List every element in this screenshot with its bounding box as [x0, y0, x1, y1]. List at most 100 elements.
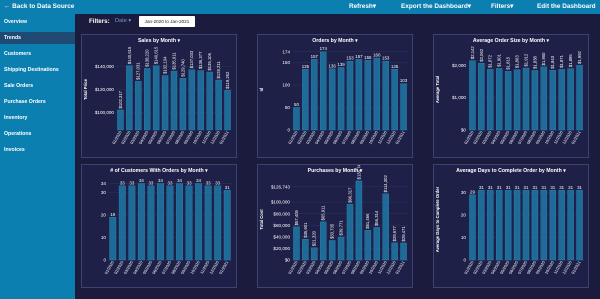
- refresh-menu-button[interactable]: Refresh▾: [349, 0, 376, 14]
- sidebar-item-shipping-destinations[interactable]: Shipping Destinations: [0, 64, 75, 76]
- date-filter-select[interactable]: Date ▾: [115, 18, 131, 24]
- bar[interactable]: [495, 190, 503, 261]
- bar[interactable]: [188, 69, 196, 131]
- bar[interactable]: [214, 185, 222, 261]
- bar[interactable]: [558, 190, 565, 261]
- bar[interactable]: [109, 217, 117, 261]
- bar[interactable]: [346, 204, 354, 261]
- bar[interactable]: [337, 67, 345, 131]
- bar[interactable]: [522, 67, 530, 131]
- bar[interactable]: [364, 230, 372, 261]
- back-to-data-source-link[interactable]: ← Back to Data Source: [4, 0, 74, 14]
- bar[interactable]: [118, 185, 126, 261]
- bar[interactable]: [540, 66, 548, 131]
- bar[interactable]: [346, 60, 354, 131]
- bar[interactable]: [170, 70, 178, 131]
- bar[interactable]: [558, 69, 565, 131]
- bar[interactable]: [337, 236, 345, 261]
- bar[interactable]: [513, 69, 521, 131]
- chart-title[interactable]: Sales by Month ▾: [82, 38, 236, 44]
- bar[interactable]: [382, 193, 389, 261]
- bar[interactable]: [382, 60, 389, 131]
- bar[interactable]: [531, 190, 539, 261]
- bar[interactable]: [293, 226, 300, 261]
- bar[interactable]: [400, 83, 407, 131]
- bar[interactable]: [161, 75, 169, 131]
- bar[interactable]: [576, 190, 583, 261]
- sidebar-item-overview[interactable]: Overview: [0, 16, 75, 28]
- bar[interactable]: [540, 190, 548, 261]
- bar[interactable]: [504, 70, 512, 131]
- sidebar-item-purchase-orders[interactable]: Purchase Orders: [0, 96, 75, 108]
- bar[interactable]: [147, 185, 155, 261]
- sidebar-item-sale-orders[interactable]: Sale Orders: [0, 80, 75, 92]
- sidebar-item-invoices[interactable]: Invoices: [0, 144, 75, 156]
- chart-title[interactable]: Average Order Size by Month ▾: [434, 38, 588, 44]
- bar[interactable]: [126, 65, 133, 131]
- bar[interactable]: [311, 59, 318, 131]
- bar[interactable]: [373, 227, 381, 261]
- sidebar-item-trends[interactable]: Trends: [0, 32, 75, 44]
- bar[interactable]: [576, 65, 583, 131]
- bar[interactable]: [391, 69, 398, 131]
- bar[interactable]: [531, 70, 539, 131]
- bar[interactable]: [206, 71, 213, 131]
- bar[interactable]: [179, 78, 187, 131]
- bar[interactable]: [195, 183, 203, 261]
- bar[interactable]: [319, 51, 327, 131]
- bar[interactable]: [391, 242, 398, 261]
- export-dashboard-menu-button[interactable]: Export the Dashboard▾: [401, 0, 471, 14]
- bar[interactable]: [197, 70, 205, 131]
- bar[interactable]: [223, 190, 231, 261]
- bar[interactable]: [355, 59, 363, 131]
- bar[interactable]: [567, 190, 574, 261]
- bar[interactable]: [293, 107, 300, 131]
- bar[interactable]: [495, 68, 503, 131]
- bar[interactable]: [224, 90, 231, 131]
- bar[interactable]: [152, 65, 160, 131]
- bar[interactable]: [185, 185, 193, 261]
- filters-menu-button[interactable]: Filters▾: [491, 0, 513, 14]
- bar[interactable]: [549, 70, 557, 131]
- bar[interactable]: [319, 221, 327, 261]
- bar[interactable]: [400, 242, 407, 261]
- bar[interactable]: [117, 109, 124, 131]
- bar[interactable]: [328, 240, 336, 261]
- bar[interactable]: [157, 183, 164, 261]
- bar[interactable]: [143, 68, 151, 131]
- bar[interactable]: [487, 190, 494, 261]
- bar[interactable]: [364, 60, 372, 131]
- bar[interactable]: [487, 69, 494, 131]
- bar[interactable]: [128, 185, 136, 261]
- bar[interactable]: [504, 190, 512, 261]
- chart-title[interactable]: Average Days to Complete Order by Month …: [434, 168, 588, 174]
- bar[interactable]: [355, 180, 363, 261]
- bar[interactable]: [166, 185, 174, 261]
- sidebar-item-operations[interactable]: Operations: [0, 128, 75, 140]
- bar[interactable]: [567, 68, 574, 131]
- bar[interactable]: [513, 190, 521, 261]
- chart-title[interactable]: Orders by Month ▾: [258, 38, 412, 44]
- bar[interactable]: [478, 62, 485, 131]
- bar[interactable]: [176, 183, 183, 261]
- bar[interactable]: [311, 247, 318, 261]
- bar[interactable]: [469, 194, 476, 261]
- chart-title[interactable]: Purchases by Month ▾: [258, 168, 412, 174]
- sidebar-item-inventory[interactable]: Inventory: [0, 112, 75, 124]
- bar[interactable]: [549, 190, 557, 261]
- bar[interactable]: [373, 57, 381, 131]
- bar[interactable]: [302, 239, 309, 261]
- bar[interactable]: [328, 68, 336, 131]
- bar[interactable]: [204, 185, 212, 261]
- bar[interactable]: [137, 183, 145, 261]
- bar[interactable]: [215, 79, 222, 131]
- sidebar-item-customers[interactable]: Customers: [0, 48, 75, 60]
- chart-title[interactable]: # of Customers With Orders by Month ▾: [82, 168, 236, 174]
- bar[interactable]: [302, 69, 309, 131]
- bar[interactable]: [478, 190, 485, 261]
- date-range-input[interactable]: Jan-2020 to Jan-2021: [139, 16, 195, 27]
- edit-dashboard-button[interactable]: Edit the Dashboard: [537, 0, 596, 14]
- bar[interactable]: [469, 60, 476, 131]
- bar[interactable]: [522, 190, 530, 261]
- bar[interactable]: [135, 81, 142, 131]
